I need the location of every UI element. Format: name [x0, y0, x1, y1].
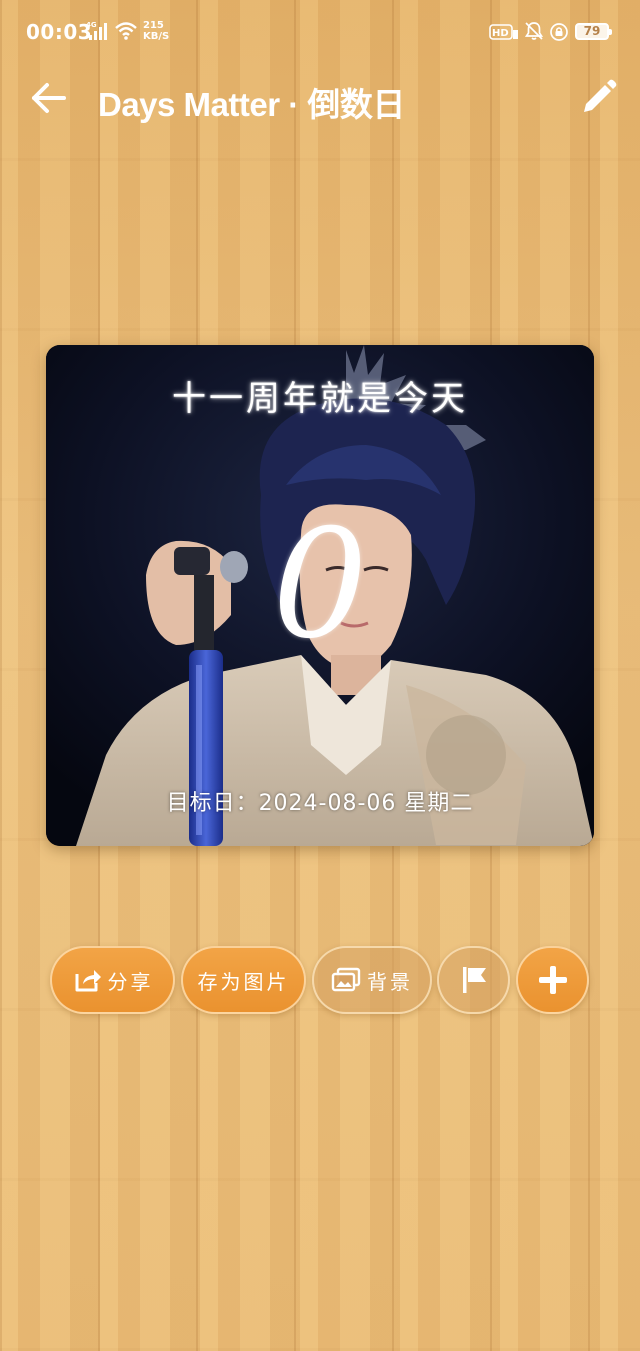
flag-icon — [462, 967, 486, 993]
hd-voice-icon: HD — [489, 24, 518, 40]
save-image-label: 存为图片 — [197, 969, 290, 994]
target-date: 目标日：2024-08-06 星期二 — [166, 791, 474, 816]
save-image-button[interactable]: 存为图片 — [181, 946, 306, 1014]
network-speed: 215 KB/S — [143, 20, 169, 42]
add-button[interactable] — [516, 946, 589, 1014]
flag-button[interactable] — [437, 946, 510, 1014]
hd-label: HD — [492, 28, 509, 39]
background-button[interactable]: 背景 — [312, 946, 432, 1014]
network-type-label: 4G — [86, 21, 97, 29]
page-title: Days Matter · 倒数日 — [98, 86, 405, 123]
status-bar: 00:03 4G 215 KB/S HD 79 — [0, 0, 640, 64]
status-time: 00:03 — [26, 20, 93, 44]
plus-icon — [538, 966, 567, 994]
image-icon — [331, 967, 361, 992]
battery-indicator: 79 — [575, 23, 612, 40]
event-title: 十一周年就是今天 — [172, 379, 468, 419]
network-speed-value: 215 — [143, 20, 164, 31]
rotation-lock-icon — [550, 23, 568, 41]
background-label: 背景 — [367, 969, 413, 994]
bell-muted-icon — [524, 22, 544, 40]
pencil-icon[interactable] — [578, 78, 618, 118]
share-button[interactable]: 分享 — [50, 946, 175, 1014]
signal-icon: 4G — [86, 21, 107, 40]
days-count: 0 — [272, 498, 368, 672]
share-icon — [75, 970, 101, 992]
countdown-card[interactable]: 十一周年就是今天 0 目标日：2024-08-06 星期二 — [46, 345, 594, 846]
arrow-left-icon[interactable] — [30, 80, 70, 116]
network-speed-unit: KB/S — [143, 31, 170, 42]
app-bar: Days Matter · 倒数日 — [0, 64, 640, 134]
share-label: 分享 — [107, 969, 154, 994]
wifi-icon — [115, 22, 137, 40]
